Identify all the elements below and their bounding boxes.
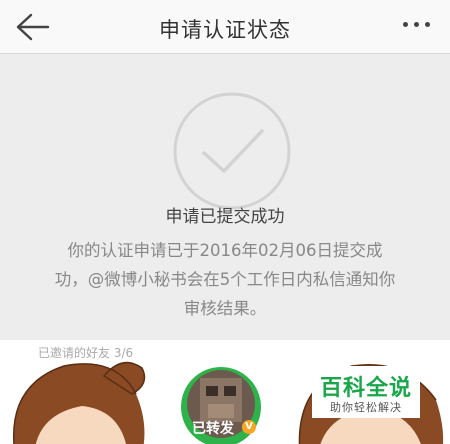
friend-avatar-cartoon[interactable]	[4, 354, 154, 444]
check-circle-icon	[173, 92, 291, 210]
watermark-title: 百科全说	[319, 376, 412, 401]
status-title: 申请已提交成功	[165, 207, 285, 227]
watermark-subtitle: 助你轻松解决	[330, 401, 402, 414]
page-title: 申请认证状态	[159, 18, 291, 42]
reposted-label: 已转发	[192, 421, 234, 437]
description-line: 你的认证申请已于2016年02月06日提交成	[67, 241, 383, 260]
top-bar: 申请认证状态	[0, 0, 450, 54]
more-options-button[interactable]	[400, 12, 434, 40]
status-panel: 申请已提交成功 你的认证申请已于2016年02月06日提交成 功，@微博小秘书会…	[0, 55, 450, 340]
verified-badge-icon: V	[242, 420, 256, 434]
description-line: 功，@微博小秘书会在5个工作日内私信通知你	[54, 270, 396, 289]
description-line: 审核结果。	[183, 299, 267, 318]
more-dots-icon	[403, 22, 408, 27]
status-description: 你的认证申请已于2016年02月06日提交成 功，@微博小秘书会在5个工作日内私…	[24, 236, 426, 323]
watermark-logo: 百科全说 助你轻松解决	[312, 366, 420, 418]
